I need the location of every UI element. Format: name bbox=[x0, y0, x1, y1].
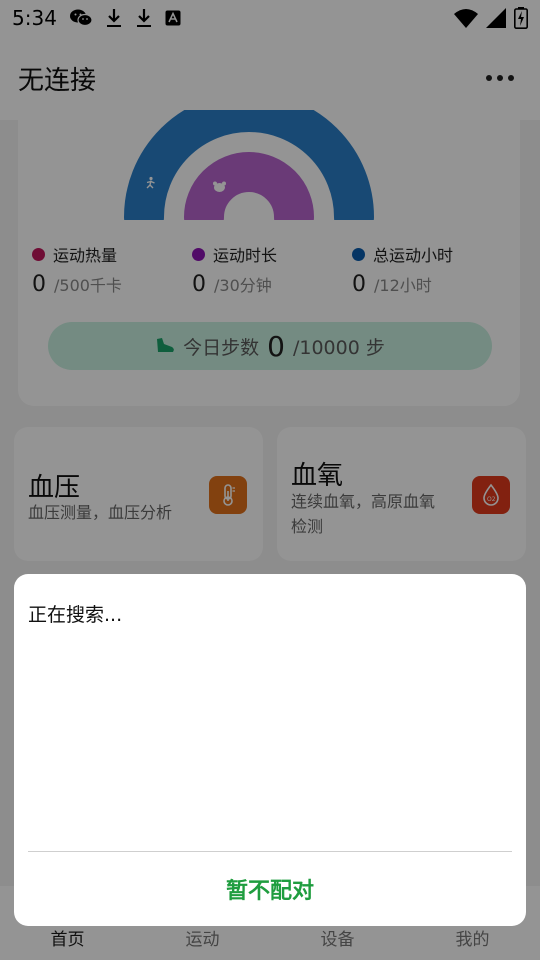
skip-pairing-button[interactable]: 暂不配对 bbox=[14, 852, 526, 926]
searching-dialog: 正在搜索... 暂不配对 bbox=[14, 574, 526, 926]
dialog-message: 正在搜索... bbox=[28, 604, 123, 626]
